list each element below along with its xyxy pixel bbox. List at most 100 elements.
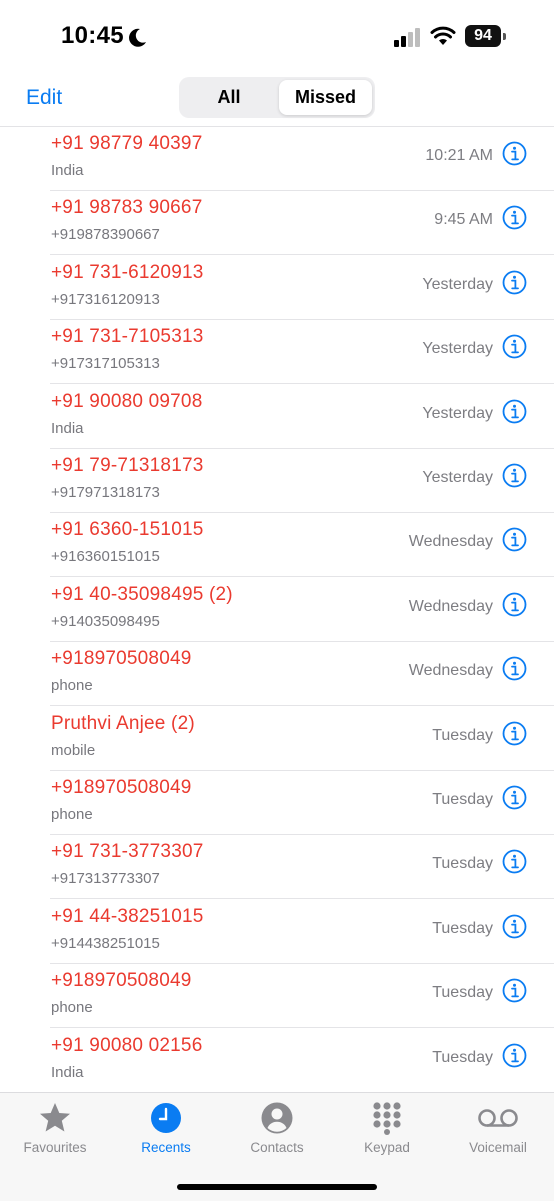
tab-favourites[interactable]: Favourites	[0, 1101, 110, 1155]
voicemail-icon	[478, 1109, 518, 1127]
info-icon[interactable]	[502, 849, 527, 874]
caller-detail: +914438251015	[51, 934, 160, 952]
call-row[interactable]: +91 40-35098495 (2) +914035098495 Wednesda…	[0, 578, 554, 642]
status-time: 10:45	[61, 22, 124, 49]
status-bar: 10:45 94	[0, 0, 554, 72]
calls-filter-segmented-control: All Missed	[179, 77, 375, 118]
caller-name: +918970508049	[51, 648, 192, 670]
caller-name: +91 90080 02156	[51, 1034, 203, 1056]
call-row[interactable]: +91 79-71318173 +917971318173 Yesterday	[0, 449, 554, 513]
tab-recents[interactable]: Recents	[111, 1101, 221, 1155]
info-icon[interactable]	[502, 656, 527, 681]
info-icon[interactable]	[502, 785, 527, 810]
call-row[interactable]: +91 731-7105313 +917317105313 Yesterday	[0, 320, 554, 385]
caller-name: +91 731-6120913	[51, 261, 204, 283]
call-row[interactable]: +918970508049 phone Tuesday	[0, 771, 554, 835]
call-row[interactable]: Pruthvi Anjee (2) mobile Tuesday	[0, 707, 554, 771]
call-time: Yesterday	[422, 469, 493, 486]
battery-indicator: 94	[465, 25, 507, 49]
tab-label-keypad: Keypad	[364, 1140, 410, 1155]
caller-name: +91 79-71318173	[51, 455, 204, 476]
caller-name: +91 90080 09708	[51, 390, 203, 412]
call-time: Wednesday	[408, 662, 493, 680]
call-time: Wednesday	[408, 533, 493, 551]
person-icon	[261, 1102, 293, 1134]
caller-detail: +914035098495	[51, 612, 160, 630]
caller-detail: +917971318173	[51, 484, 160, 501]
call-time: Yesterday	[422, 340, 493, 358]
caller-detail: +916360151015	[51, 548, 160, 566]
caller-name: +91 731-7105313	[51, 326, 204, 348]
call-row[interactable]: +91 44-38251015 +914438251015 Tuesday	[0, 900, 554, 964]
caller-name: +918970508049	[51, 970, 192, 992]
tab-label-recents: Recents	[141, 1140, 191, 1155]
caller-detail: phone	[51, 677, 93, 695]
caller-name: +91 731-3773307	[51, 841, 204, 863]
star-icon	[40, 1103, 70, 1132]
call-time: Tuesday	[432, 791, 493, 808]
info-icon[interactable]	[502, 592, 527, 617]
call-row[interactable]: +918970508049 phone Wednesday	[0, 642, 554, 707]
caller-detail: phone	[51, 806, 93, 823]
call-row[interactable]: +91 731-6120913 +917316120913 Yesterday	[0, 256, 554, 320]
edit-button[interactable]: Edit	[26, 86, 62, 110]
recent-calls-list[interactable]: +91 98779 40397 India 10:21 AM +91 98783 90…	[0, 127, 554, 1092]
home-indicator[interactable]	[177, 1184, 377, 1190]
call-time: 10:21 AM	[425, 147, 493, 164]
tab-voicemail[interactable]: Voicemail	[443, 1101, 553, 1155]
call-row[interactable]: +91 90080 09708 India Yesterday	[0, 385, 554, 449]
call-time: Wednesday	[408, 597, 493, 615]
keypad-icon	[373, 1102, 401, 1135]
call-row[interactable]: +918970508049 phone Tuesday	[0, 964, 554, 1029]
moon-icon	[129, 28, 146, 47]
call-time: Yesterday	[422, 404, 493, 422]
call-time: Tuesday	[432, 984, 493, 1002]
caller-detail: India	[51, 419, 84, 437]
caller-name: Pruthvi Anjee (2)	[51, 712, 195, 734]
call-row[interactable]: +91 98783 90667 +919878390667 9:45 AM	[0, 191, 554, 256]
info-icon[interactable]	[502, 1043, 527, 1068]
info-icon[interactable]	[502, 205, 527, 230]
caller-detail: India	[51, 1063, 84, 1081]
caller-name: +91 98779 40397	[51, 133, 203, 154]
call-row[interactable]: +91 6360-151015 +916360151015 Wednesday	[0, 513, 554, 578]
segment-missed[interactable]: Missed	[279, 80, 372, 115]
info-icon[interactable]	[502, 399, 527, 424]
caller-detail: India	[51, 162, 84, 179]
battery-cap	[503, 33, 506, 40]
info-icon[interactable]	[502, 721, 527, 746]
caller-name: +91 98783 90667	[51, 197, 203, 219]
caller-detail: mobile	[51, 741, 96, 759]
nav-bar: Edit All Missed	[0, 72, 554, 127]
caller-detail: +917317105313	[51, 355, 160, 373]
info-icon[interactable]	[502, 334, 527, 359]
info-icon[interactable]	[502, 270, 527, 295]
caller-name: +918970508049	[51, 777, 192, 798]
call-row[interactable]: +91 731-3773307 +917313773307 Tuesday	[0, 835, 554, 900]
call-time: Tuesday	[432, 1048, 493, 1066]
call-time: Tuesday	[432, 919, 493, 937]
tab-label-voicemail: Voicemail	[469, 1140, 527, 1155]
caller-detail: phone	[51, 999, 93, 1017]
call-time: Tuesday	[432, 855, 493, 873]
tab-label-favourites: Favourites	[23, 1140, 87, 1155]
caller-name: +91 6360-151015	[51, 519, 204, 541]
info-icon[interactable]	[502, 914, 527, 939]
tab-keypad[interactable]: Keypad	[332, 1101, 442, 1155]
call-row[interactable]: +91 98779 40397 India 10:21 AM	[0, 127, 554, 191]
info-icon[interactable]	[502, 463, 527, 488]
segment-all[interactable]: All	[182, 80, 276, 115]
clock-icon	[151, 1103, 181, 1133]
info-icon[interactable]	[502, 141, 527, 166]
call-time: 9:45 AM	[434, 211, 493, 229]
info-icon[interactable]	[502, 978, 527, 1003]
cellular-signal-icon	[394, 28, 420, 47]
caller-detail: +917313773307	[51, 870, 160, 888]
wifi-icon	[430, 26, 456, 45]
info-icon[interactable]	[502, 527, 527, 552]
call-time: Yesterday	[422, 275, 493, 293]
caller-name: +91 44-38251015	[51, 905, 204, 927]
call-row[interactable]: +91 90080 02156 India Tuesday	[0, 1029, 554, 1092]
tab-contacts[interactable]: Contacts	[222, 1101, 332, 1155]
caller-detail: +919878390667	[51, 226, 160, 244]
